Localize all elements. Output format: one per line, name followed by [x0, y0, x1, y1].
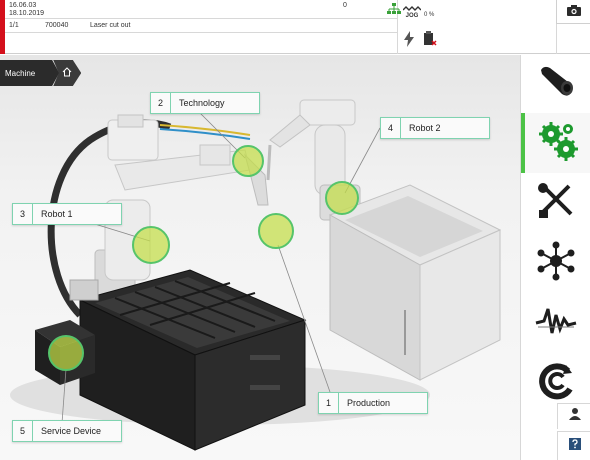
machine-view: Machine 2 Technology 4 Robot 2 3 Robot 1… [0, 55, 520, 460]
toolbar-button-tube[interactable] [521, 55, 590, 115]
toolbar-button-gears[interactable] [521, 113, 590, 173]
home-icon [62, 64, 72, 82]
callout-number: 4 [381, 118, 401, 138]
network-icon [536, 241, 576, 286]
breadcrumb: Machine [0, 60, 82, 86]
toolbar-button-user[interactable] [557, 403, 590, 429]
toolbar-button-signal[interactable] [521, 293, 590, 353]
hierarchy-icon[interactable] [386, 2, 402, 16]
breadcrumb-machine[interactable]: Machine [0, 60, 60, 86]
machine-illustration [10, 99, 502, 451]
jog-percent: 0 % [424, 12, 435, 18]
header-divider [5, 32, 397, 33]
hotspot-production[interactable] [258, 213, 294, 249]
status-header: 16.06.03 18.10.2019 0 1/1 700040 Laser c… [0, 0, 590, 54]
callout-production[interactable]: 1 Production [318, 392, 428, 414]
clipboard-error-icon[interactable] [421, 30, 439, 48]
gears-icon [538, 120, 578, 167]
screenshot-button[interactable] [556, 0, 590, 24]
callout-label: Technology [179, 98, 225, 108]
job-count: 1/1 [9, 22, 19, 29]
cycle-icon [536, 361, 576, 406]
callout-label: Robot 1 [41, 209, 73, 219]
toolbar-button-help[interactable] [557, 431, 590, 460]
counter-value: 0 [343, 2, 347, 9]
header-divider [5, 18, 397, 19]
callout-number: 3 [13, 204, 33, 224]
jog-label: JOG [405, 13, 419, 19]
user-icon [568, 407, 582, 426]
toolbar-button-network[interactable] [521, 233, 590, 293]
callout-label: Production [347, 398, 391, 408]
date-1: 16.06.03 [9, 2, 37, 9]
callout-label: Robot 2 [409, 123, 441, 133]
lightning-icon[interactable] [401, 30, 417, 48]
camera-icon [566, 3, 581, 21]
callout-number: 1 [319, 393, 339, 413]
callout-number: 2 [151, 93, 171, 113]
signal-wave-icon [534, 303, 578, 344]
hotspot-robot-1[interactable] [132, 226, 170, 264]
right-toolbar [520, 55, 590, 460]
toolbar-button-tools[interactable] [521, 173, 590, 233]
alarm-indicator [0, 0, 5, 54]
program-name: Laser cut out [90, 22, 131, 29]
help-icon [568, 437, 582, 456]
hotspot-service-device[interactable] [48, 335, 84, 371]
callout-service-device[interactable]: 5 Service Device [12, 420, 122, 442]
tube-icon [536, 66, 576, 105]
hotspot-technology[interactable] [232, 145, 264, 177]
program-number: 700040 [45, 22, 69, 29]
jog-icon[interactable]: JOG [402, 4, 422, 22]
hotspot-robot-2[interactable] [325, 181, 359, 215]
tools-icon [537, 182, 575, 225]
callout-technology[interactable]: 2 Technology [150, 92, 260, 114]
callout-label: Service Device [41, 426, 102, 436]
callout-robot-2[interactable]: 4 Robot 2 [380, 117, 490, 139]
callout-robot-1[interactable]: 3 Robot 1 [12, 203, 122, 225]
date-2: 18.10.2019 [9, 10, 45, 17]
header-divider [556, 24, 557, 54]
callout-number: 5 [13, 421, 33, 441]
